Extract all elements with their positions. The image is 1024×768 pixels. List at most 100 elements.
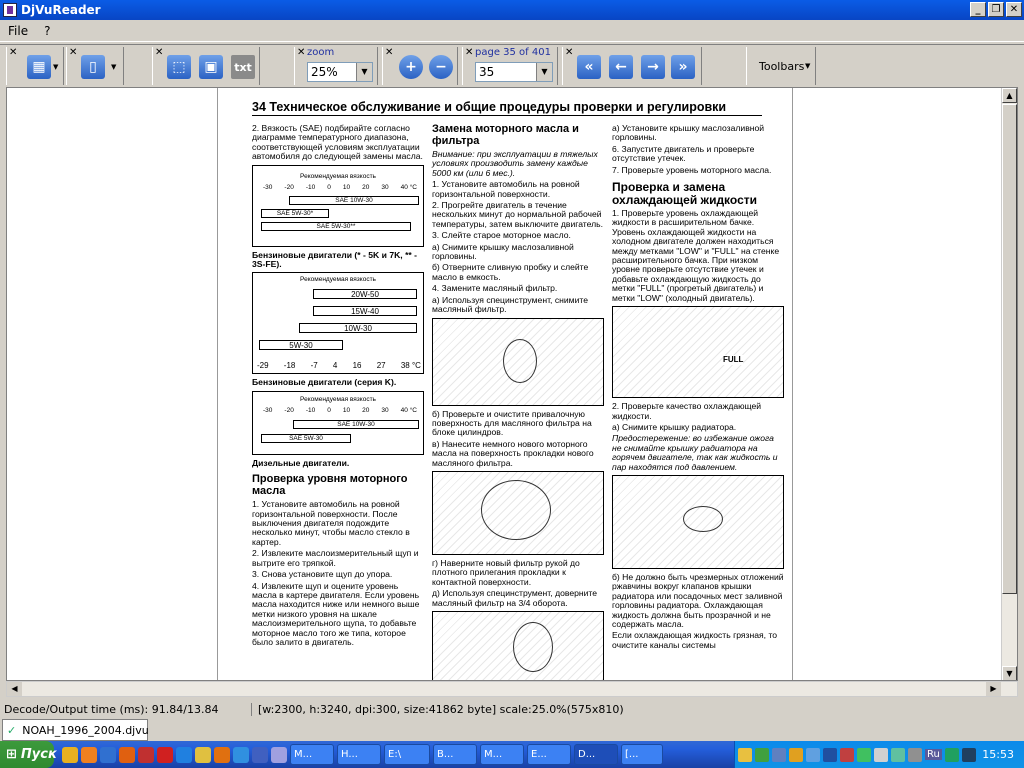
chevron-down-icon[interactable]: ▼ (536, 63, 552, 81)
close-icon[interactable]: ✕ (297, 47, 305, 58)
chart-bar: 15W-40 (313, 306, 417, 317)
first-page-button[interactable]: « (577, 55, 601, 79)
viscosity-text: 2. Вязкость (SAE) подбирайте согласно ди… (252, 123, 423, 162)
tray-icon[interactable] (789, 747, 803, 762)
start-button[interactable]: ⊞ Пуск (0, 741, 57, 768)
radiator-cap-illustration (612, 474, 784, 569)
network-icon[interactable] (891, 747, 905, 762)
tick: 27 (376, 361, 386, 371)
clock[interactable]: 15:53 (982, 748, 1014, 761)
text-button[interactable]: txt (231, 55, 255, 79)
page-layout-button[interactable]: ▯ (81, 55, 105, 79)
tray-icon[interactable] (755, 747, 769, 762)
taskbar-item[interactable]: [... (621, 744, 663, 765)
system-tray: Ru 15:53 (734, 741, 1024, 768)
page-info: [w:2300, h:3240, dpi:300, size:41862 byt… (258, 702, 624, 716)
last-page-button[interactable]: » (671, 55, 695, 79)
select-image-button[interactable]: ▣ (199, 55, 223, 79)
chevron-down-icon[interactable]: ▼ (356, 63, 372, 81)
quicklaunch-icon[interactable] (252, 746, 268, 763)
select-rect-button[interactable]: ⬚ (167, 55, 191, 79)
quicklaunch-icon[interactable] (138, 746, 154, 763)
vertical-scrollbar[interactable]: ▲ ▼ (1001, 88, 1017, 680)
scroll-left-icon[interactable]: ◀ (7, 682, 22, 696)
zoom-in-button[interactable]: + (399, 55, 423, 79)
tick: 0 (327, 407, 331, 415)
quicklaunch-icon[interactable] (176, 746, 192, 763)
page-select[interactable]: 35 ▼ (475, 62, 553, 82)
paragraph: а) Снимите крышку маслозаливной горловин… (432, 241, 574, 262)
tray-icon[interactable] (738, 747, 752, 762)
tray-icon[interactable] (908, 747, 922, 762)
quicklaunch-icon[interactable] (62, 746, 78, 763)
close-icon[interactable]: ✕ (69, 47, 77, 58)
close-button[interactable]: ✕ (1006, 2, 1022, 17)
scroll-right-icon[interactable]: ▶ (986, 682, 1001, 696)
volume-icon[interactable] (874, 747, 888, 762)
tray-icon[interactable] (806, 747, 820, 762)
chart-bar: 10W-30 (299, 323, 417, 334)
tick: -7 (310, 361, 318, 371)
minimize-button[interactable]: _ (970, 2, 986, 17)
quicklaunch-icon[interactable] (81, 746, 97, 763)
close-icon[interactable]: ✕ (385, 47, 393, 58)
chevron-down-icon[interactable]: ▼ (111, 63, 116, 71)
quicklaunch-icon[interactable] (271, 746, 287, 763)
tick: -30 (263, 184, 273, 192)
toolbars-menu[interactable]: Toolbars ▼ (746, 47, 816, 85)
page-value: 35 (479, 65, 495, 79)
tray-icon[interactable] (961, 747, 976, 762)
document-tab[interactable]: ✓ NOAH_1996_2004.djvu (2, 719, 149, 741)
taskbar-item[interactable]: E... (527, 744, 571, 765)
quicklaunch-icon[interactable] (195, 746, 211, 763)
tick: -30 (263, 407, 273, 415)
tray-icon[interactable] (944, 747, 959, 762)
next-page-button[interactable]: → (641, 55, 665, 79)
paragraph: 1. Установите автомобиль на ровной гориз… (252, 499, 410, 547)
zoom-out-button[interactable]: − (429, 55, 453, 79)
taskbar-item[interactable]: M... (480, 744, 524, 765)
chevron-down-icon[interactable]: ▼ (53, 63, 58, 71)
quicklaunch-icon[interactable] (157, 746, 173, 763)
taskbar-item-active[interactable]: D... (574, 744, 618, 765)
chart-caption: Дизельные двигатели. (252, 457, 350, 468)
restore-button[interactable]: ❐ (988, 2, 1004, 17)
taskbar-item[interactable]: M... (290, 744, 334, 765)
close-icon[interactable]: ✕ (565, 47, 573, 58)
taskbar-item[interactable]: B... (433, 744, 477, 765)
tray-icon[interactable] (840, 747, 854, 762)
viscosity-chart-3: Рекомендуемая вязкость -30 -20 -10 0 10 20 30 4… (252, 390, 424, 455)
document-viewer[interactable]: 34 Техническое обслуживание и общие проц… (6, 87, 1018, 681)
scroll-down-icon[interactable]: ▼ (1002, 666, 1017, 680)
paragraph: д) Используя специнструмент, доверните м… (432, 588, 598, 608)
menu-file[interactable]: File (0, 24, 36, 38)
prev-page-button[interactable]: ← (609, 55, 633, 79)
quicklaunch-icon[interactable] (214, 746, 230, 763)
tick: -29 (257, 361, 269, 371)
viscosity-chart-2: Рекомендуемая вязкость 20W-50 15W-40 10W… (252, 272, 424, 375)
browser-icon[interactable] (119, 746, 135, 763)
zoom-select[interactable]: 25% ▼ (307, 62, 373, 82)
decode-time: Decode/Output time (ms): 91.84/13.84 (0, 702, 252, 716)
warning-text: Предостережение: во избежание ожога не с… (612, 433, 778, 472)
horizontal-scrollbar[interactable]: ◀ ▶ (6, 681, 1018, 697)
zoom-value: 25% (311, 65, 338, 79)
taskbar-item[interactable]: E:\ (384, 744, 430, 765)
scrollbar-thumb[interactable] (1002, 104, 1017, 594)
chart-caption: Бензиновые двигатели (* - 5K и 7K, ** - … (252, 249, 418, 270)
paragraph: б) Не должно быть чрезмерных отложений р… (612, 571, 784, 629)
language-indicator[interactable]: Ru (925, 749, 942, 760)
scroll-up-icon[interactable]: ▲ (1002, 88, 1017, 103)
tray-icon[interactable] (823, 747, 837, 762)
close-icon[interactable]: ✕ (155, 47, 163, 58)
quicklaunch-icon[interactable] (100, 746, 116, 763)
close-icon[interactable]: ✕ (465, 47, 473, 58)
taskbar-item[interactable]: H... (337, 744, 381, 765)
thumbnails-button[interactable]: ▦ (27, 55, 51, 79)
tray-icon[interactable] (772, 747, 786, 762)
ie-icon[interactable] (233, 746, 249, 763)
close-icon[interactable]: ✕ (9, 47, 17, 58)
chart-bar: SAE 5W-30* (261, 208, 329, 218)
menu-help[interactable]: ? (36, 24, 58, 38)
tray-icon[interactable] (857, 747, 871, 762)
